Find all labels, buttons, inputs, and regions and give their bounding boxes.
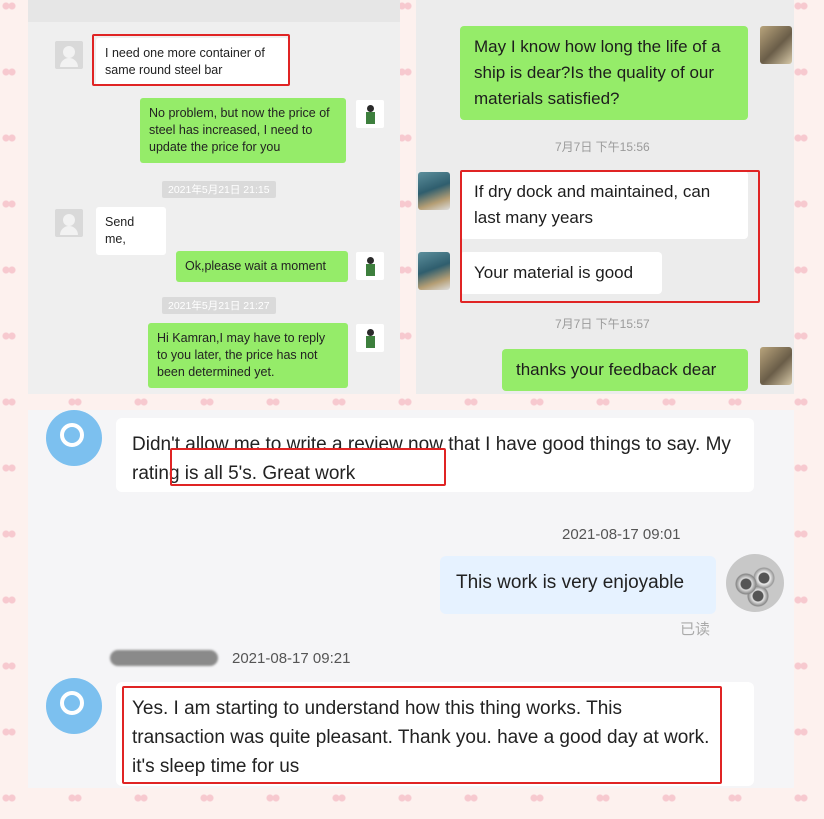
contact-avatar-icon[interactable] (418, 172, 450, 210)
chat-panel-left: I need one more container of same round … (28, 0, 400, 394)
panel-top-strip (28, 0, 400, 22)
user-avatar-icon[interactable] (356, 252, 384, 280)
contact-avatar-icon[interactable] (55, 209, 83, 237)
user-avatar-icon[interactable] (356, 324, 384, 352)
chat-panel-bottom: Didn't allow me to write a review now th… (28, 410, 794, 788)
message-bubble: Didn't allow me to write a review now th… (116, 418, 754, 492)
message-bubble: thanks your feedback dear (502, 349, 748, 391)
buyer-avatar-icon[interactable] (46, 410, 102, 466)
timestamp: 2021-08-17 09:01 (562, 526, 681, 543)
message-bubble: May I know how long the life of a ship i… (460, 26, 748, 120)
message-bubble: Yes. I am starting to understand how thi… (116, 682, 754, 786)
message-text: Didn't allow me to write a review now th… (132, 434, 701, 455)
redacted-name (110, 650, 218, 666)
timestamp: 7月7日 下午15:56 (555, 140, 650, 154)
chat-panel-right: May I know how long the life of a ship i… (416, 0, 794, 394)
message-bubble: If dry dock and maintained, can last man… (460, 171, 748, 239)
message-bubble: Hi Kamran,I may have to reply to you lat… (148, 323, 348, 388)
message-bubble: I need one more container of same round … (96, 38, 288, 86)
read-status: 已读 (680, 621, 711, 638)
message-bubble: Ok,please wait a moment (176, 251, 348, 282)
timestamp: 7月7日 下午15:57 (555, 317, 650, 331)
message-bubble: Your material is good (460, 252, 662, 294)
message-bubble: This work is very enjoyable (440, 556, 716, 614)
timestamp: 2021年5月21日 21:27 (162, 297, 276, 314)
message-bubble: Send me, (96, 207, 166, 255)
buyer-avatar-icon[interactable] (46, 678, 102, 734)
user-avatar-icon[interactable] (356, 100, 384, 128)
seller-avatar-icon[interactable] (726, 554, 784, 612)
contact-avatar-icon[interactable] (55, 41, 83, 69)
timestamp: 2021-08-17 09:21 (232, 650, 351, 667)
user-avatar-icon[interactable] (760, 26, 792, 64)
user-avatar-icon[interactable] (760, 347, 792, 385)
contact-avatar-icon[interactable] (418, 252, 450, 290)
message-bubble: No problem, but now the price of steel h… (140, 98, 346, 163)
timestamp: 2021年5月21日 21:15 (162, 181, 276, 198)
